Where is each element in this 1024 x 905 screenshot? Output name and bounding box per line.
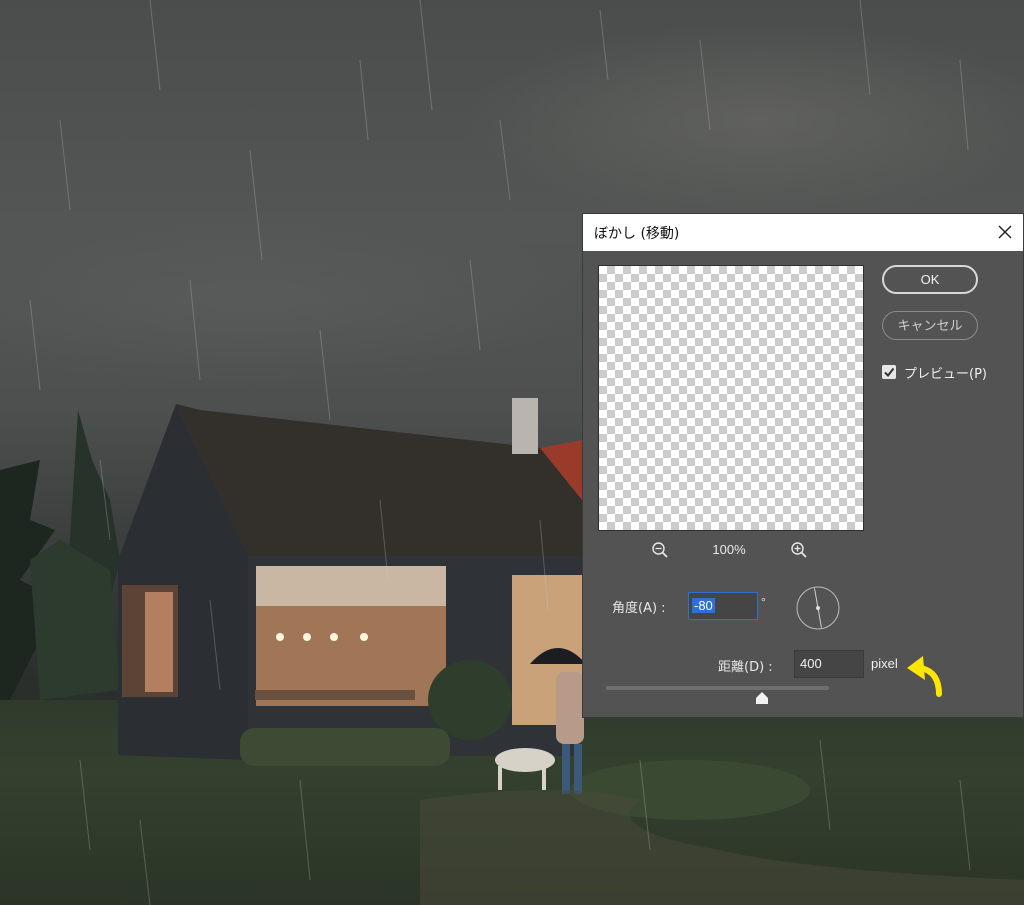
close-icon[interactable]	[995, 222, 1015, 242]
angle-unit: °	[761, 595, 766, 609]
dialog-title: ぼかし (移動)	[594, 226, 680, 242]
zoom-level: 100%	[712, 542, 746, 557]
curved-arrow-icon	[907, 656, 942, 697]
zoom-in-icon[interactable]	[790, 541, 808, 559]
trees	[0, 410, 120, 700]
zoom-out-icon[interactable]	[651, 541, 669, 559]
angle-label: 角度(A) :	[612, 601, 666, 616]
house	[118, 398, 582, 760]
preview-canvas[interactable]	[598, 265, 864, 531]
motion-blur-dialog: ぼかし (移動) 100% OK キャンセル プレビュー(P) 角度(A) : …	[582, 213, 1024, 718]
distance-slider-track[interactable]	[606, 686, 829, 690]
angle-input[interactable]: -80	[688, 592, 758, 620]
dialog-titlebar: ぼかし (移動)	[583, 214, 1023, 251]
distance-input[interactable]: 400	[794, 650, 864, 678]
cancel-button[interactable]: キャンセル	[882, 311, 978, 340]
angle-value: -80	[692, 598, 715, 613]
distance-slider-thumb[interactable]	[755, 692, 769, 704]
preview-label: プレビュー(P)	[904, 367, 987, 382]
distance-value: 400	[800, 656, 822, 671]
distance-label: 距離(D) :	[718, 660, 773, 675]
angle-dial[interactable]	[795, 585, 841, 631]
ok-button[interactable]: OK	[882, 265, 978, 294]
preview-checkbox[interactable]	[882, 365, 896, 379]
distance-unit: pixel	[871, 656, 898, 671]
